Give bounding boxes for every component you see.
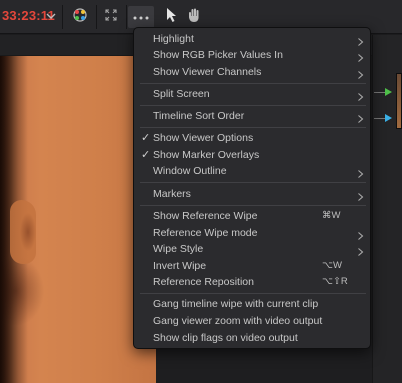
- menu-item-label: Show RGB Picker Values In: [153, 49, 283, 61]
- toolbar-separator: [96, 5, 97, 29]
- menu-item-invert-wipe[interactable]: Invert Wipe ⌥W: [134, 258, 370, 274]
- menu-item-label: Show clip flags on video output: [153, 332, 298, 344]
- chevron-right-icon: [357, 51, 364, 62]
- chevron-right-icon: [357, 229, 364, 240]
- menu-item-label: Reference Reposition: [153, 276, 254, 288]
- hand-icon: [186, 7, 202, 28]
- node-thumbnail[interactable]: [396, 73, 402, 129]
- menu-item-show-rgb-picker-values[interactable]: Show RGB Picker Values In: [134, 47, 370, 63]
- chevron-right-icon: [357, 112, 364, 123]
- menu-item-shortcut: ⌥W: [322, 260, 342, 271]
- menu-separator: [140, 182, 366, 183]
- checkmark-icon: ✓: [141, 149, 151, 161]
- viewer-options-menu: Highlight Show RGB Picker Values In Show…: [133, 27, 371, 349]
- menu-item-show-viewer-channels[interactable]: Show Viewer Channels: [134, 64, 370, 80]
- color-picker-button[interactable]: [67, 6, 93, 28]
- toolbar-separator: [62, 5, 63, 29]
- more-options-button[interactable]: [128, 6, 154, 28]
- toolbar-separator: [126, 5, 127, 29]
- chevron-right-icon: [357, 90, 364, 101]
- menu-item-show-viewer-options[interactable]: ✓ Show Viewer Options: [134, 130, 370, 146]
- menu-item-shortcut: ⌥⇧R: [322, 276, 348, 287]
- fullscreen-icon: [104, 8, 118, 27]
- menu-item-wipe-style[interactable]: Wipe Style: [134, 241, 370, 257]
- menu-separator: [140, 127, 366, 128]
- menu-item-timeline-sort-order[interactable]: Timeline Sort Order: [134, 108, 370, 124]
- menu-item-reference-wipe-mode[interactable]: Reference Wipe mode: [134, 225, 370, 241]
- pointer-icon: [164, 7, 178, 28]
- menu-item-shortcut: ⌘W: [322, 210, 341, 221]
- fullscreen-button[interactable]: [98, 6, 124, 28]
- menu-item-gang-viewer-zoom[interactable]: Gang viewer zoom with video output: [134, 313, 370, 329]
- menu-item-label: Invert Wipe: [153, 260, 207, 272]
- menu-item-label: Reference Wipe mode: [153, 227, 258, 239]
- color-picker-icon: [71, 6, 89, 29]
- hand-tool-button[interactable]: [181, 6, 207, 28]
- menu-item-label: Show Reference Wipe: [153, 210, 258, 222]
- menu-item-label: Show Marker Overlays: [153, 149, 260, 161]
- menu-item-show-marker-overlays[interactable]: ✓ Show Marker Overlays: [134, 147, 370, 163]
- menu-item-label: Timeline Sort Order: [153, 110, 245, 122]
- menu-separator: [140, 105, 366, 106]
- menu-item-gang-timeline-wipe[interactable]: Gang timeline wipe with current clip: [134, 296, 370, 312]
- menu-item-label: Highlight: [153, 33, 194, 45]
- menu-item-label: Wipe Style: [153, 243, 204, 255]
- menu-separator: [140, 293, 366, 294]
- menu-item-label: Show Viewer Channels: [153, 66, 262, 78]
- menu-item-markers[interactable]: Markers: [134, 186, 370, 202]
- menu-item-split-screen[interactable]: Split Screen: [134, 86, 370, 102]
- chevron-right-icon: [357, 245, 364, 256]
- app-window: 33:23:11 Highlight Show RGB Picker Value…: [0, 0, 402, 383]
- menu-item-highlight[interactable]: Highlight: [134, 31, 370, 47]
- menu-separator: [140, 83, 366, 84]
- menu-item-show-reference-wipe[interactable]: Show Reference Wipe ⌘W: [134, 208, 370, 224]
- chevron-right-icon: [357, 68, 364, 79]
- menu-item-label: Show Viewer Options: [153, 132, 254, 144]
- menu-item-window-outline[interactable]: Window Outline: [134, 163, 370, 179]
- menu-item-label: Markers: [153, 188, 191, 200]
- chevron-down-icon[interactable]: [44, 9, 58, 23]
- menu-separator: [140, 205, 366, 206]
- node-input-green-icon[interactable]: [385, 88, 392, 96]
- menu-item-reference-reposition[interactable]: Reference Reposition ⌥⇧R: [134, 274, 370, 290]
- menu-item-label: Split Screen: [153, 88, 210, 100]
- chevron-right-icon: [357, 167, 364, 178]
- node-input-blue-icon[interactable]: [385, 114, 392, 122]
- menu-item-label: Gang timeline wipe with current clip: [153, 298, 319, 310]
- checkmark-icon: ✓: [141, 132, 151, 144]
- menu-item-label: Window Outline: [153, 165, 227, 177]
- video-subject-ear: [10, 200, 36, 264]
- chevron-right-icon: [357, 35, 364, 46]
- menu-item-show-clip-flags[interactable]: Show clip flags on video output: [134, 330, 370, 346]
- menu-item-label: Gang viewer zoom with video output: [153, 315, 323, 327]
- more-options-icon: [132, 8, 150, 26]
- chevron-right-icon: [357, 190, 364, 201]
